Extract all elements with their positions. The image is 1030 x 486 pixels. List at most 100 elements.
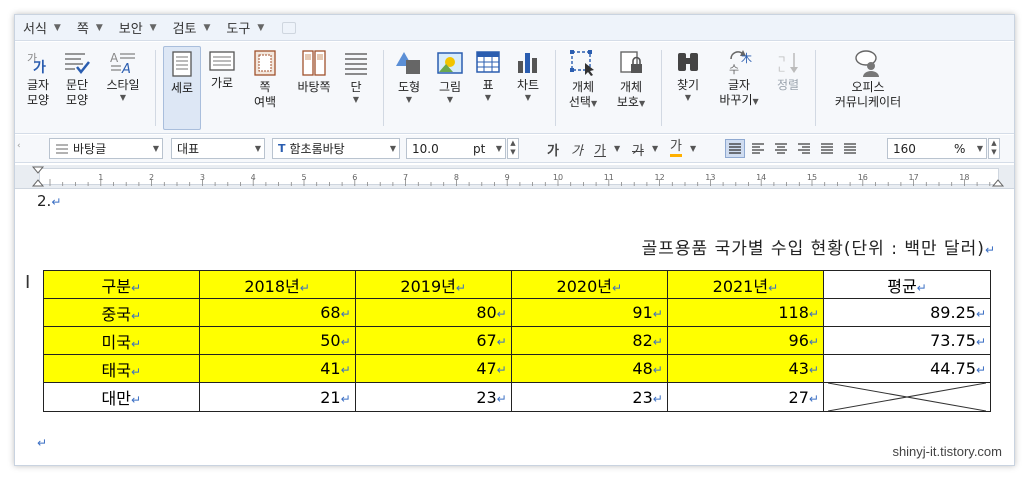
replace-button[interactable]: 수木 글자 바꾸기▼ [715, 46, 763, 130]
menu-bar: 서식 ▼ 쪽 ▼ 보안 ▼ 검토 ▼ 도구 ▼ [15, 15, 1014, 41]
table-cell[interactable]: 96↵ [666, 326, 824, 355]
table-header-cell[interactable]: 2019년↵ [354, 270, 512, 299]
table-cell[interactable]: 47↵ [354, 354, 512, 383]
chart-icon [518, 53, 537, 73]
table-cell[interactable]: 27↵ [666, 382, 824, 412]
average-cell[interactable]: 44.75↵ [822, 354, 992, 383]
center-align-button[interactable] [771, 139, 791, 158]
chevron-down-icon: ▼ [203, 22, 211, 33]
horizontal-ruler[interactable]: 1 2 3 4 5 6 7 8 9 10 11 12 13 14 15 16 17 18 [15, 165, 1014, 189]
menu-tab-tools[interactable]: 도구 ▼ [226, 18, 264, 37]
table-cell[interactable]: 23↵ [510, 382, 668, 412]
picture-button[interactable]: 그림 ▼ [433, 46, 467, 130]
style-button[interactable]: AA 스타일 ▼ [101, 46, 145, 130]
button-label: 오피스 [851, 80, 885, 94]
chevron-down-icon[interactable]: ▼ [690, 144, 696, 153]
button-label: 그림 [438, 80, 462, 94]
zoom-field[interactable]: 160 % ▼ [887, 138, 987, 159]
table-cell[interactable]: 68↵ [198, 298, 356, 327]
table-header-cell[interactable]: 2021년↵ [666, 270, 824, 299]
find-button[interactable]: 찾기 ▼ [671, 46, 705, 130]
zoom-spinner[interactable]: ▲ ▼ [988, 138, 1000, 159]
average-cell[interactable]: 73.75↵ [822, 326, 992, 355]
row-label-cell[interactable]: 대만↵ [43, 382, 200, 412]
svg-text:ㄴ: ㄴ [777, 65, 786, 75]
right-indent-marker-icon[interactable] [991, 166, 1005, 188]
paragraph-style-icon [56, 144, 68, 153]
distribute-align-button[interactable] [817, 139, 837, 158]
chevron-down-icon[interactable]: ▼ [614, 144, 620, 153]
table-cell[interactable]: 50↵ [198, 326, 356, 355]
ruler-number: 17 [908, 173, 919, 182]
table-cell[interactable]: 91↵ [510, 298, 668, 327]
average-cell[interactable]: 89.25↵ [822, 298, 992, 327]
object-protect-button[interactable]: 개체 보호▼ [611, 46, 651, 130]
table-cell[interactable]: 82↵ [510, 326, 668, 355]
table-cell[interactable]: 48↵ [510, 354, 668, 383]
columns-button[interactable]: 단 ▼ [339, 46, 373, 130]
ribbon-toggle-icon[interactable] [282, 21, 297, 34]
button-label: 선택▼ [568, 95, 598, 109]
table-header-cell[interactable]: 2020년↵ [510, 270, 668, 299]
language-select[interactable]: 대표 ▼ [171, 138, 265, 159]
style-select[interactable]: 바탕글 ▼ [49, 138, 163, 159]
menu-tab-review[interactable]: 검토 ▼ [173, 18, 211, 37]
button-label: 바꾸기▼ [719, 93, 759, 107]
landscape-button[interactable]: 가로 [205, 46, 239, 130]
office-communicator-button[interactable]: 오피스 커뮤니케이터 [827, 46, 909, 130]
table-header-cell[interactable]: 구분↵ [43, 270, 200, 299]
para-shape-button[interactable]: 문단 모양 [61, 46, 93, 130]
document-page[interactable]: 2.↵ 골프용품 국가별 수입 현황(단위 : 백만 달러)↵ I 구분↵ 20… [15, 190, 1014, 465]
font-select[interactable]: T 함초롬바탕 ▼ [272, 138, 400, 159]
font-size-value: 10.0 [412, 141, 439, 156]
font-size-field[interactable]: 10.0 pt ▼ [406, 138, 506, 159]
justify-align-button[interactable] [725, 139, 745, 158]
chevron-down-icon[interactable]: ▼ [652, 144, 658, 153]
page-border-button[interactable]: 바탕쪽 [289, 46, 339, 130]
underline-button[interactable]: 가 [594, 140, 606, 159]
row-label-cell[interactable]: 태국↵ [43, 354, 200, 383]
split-align-button[interactable] [840, 139, 860, 158]
table-button[interactable]: 표 ▼ [473, 46, 503, 130]
table-header-cell[interactable]: 2018년↵ [198, 270, 356, 299]
sort-icon: ㄱㄴ [777, 53, 798, 75]
portrait-button[interactable]: 세로 [163, 46, 201, 130]
italic-button[interactable]: 가 [571, 140, 583, 159]
row-label-cell[interactable]: 중국↵ [43, 298, 200, 327]
import-table[interactable]: 구분↵ 2018년↵ 2019년↵ 2020년↵ 2021년↵ 평균↵ 중국↵ … [43, 270, 992, 412]
row-label-cell[interactable]: 미국↵ [43, 326, 200, 355]
table-cell[interactable]: 67↵ [354, 326, 512, 355]
ruler-number: 2 [149, 173, 155, 182]
divider [383, 50, 384, 126]
button-label: 표 [482, 78, 494, 92]
bold-button[interactable]: 가 [547, 140, 559, 159]
table-cell[interactable]: 43↵ [666, 354, 824, 383]
table-cell[interactable]: 41↵ [198, 354, 356, 383]
button-label: 여백 [253, 95, 277, 109]
page-margin-button[interactable]: 쪽 여백 [247, 46, 283, 130]
menu-tab-format[interactable]: 서식 ▼ [23, 18, 61, 37]
indent-marker-icon[interactable] [31, 166, 45, 188]
table-cell[interactable]: 21↵ [198, 382, 356, 412]
format-toolbar: ‹ 바탕글 ▼ 대표 ▼ T 함초롬바탕 ▼ 10.0 pt ▼ ▲ ▼ 가 가 … [15, 135, 1014, 163]
chart-button[interactable]: 차트 ▼ [511, 46, 545, 130]
left-align-button[interactable] [748, 139, 768, 158]
char-shape-button[interactable]: 가가 글자 모양 [23, 46, 53, 130]
table-cell[interactable]: 118↵ [666, 298, 824, 327]
object-select-button[interactable]: 개체 선택▼ [563, 46, 603, 130]
menu-tab-page[interactable]: 쪽 ▼ [77, 18, 103, 37]
chevron-down-icon: ▼ [149, 22, 157, 33]
chevron-down-icon: ▼ [152, 144, 159, 153]
menu-tab-security[interactable]: 보안 ▼ [119, 18, 157, 37]
table-row: 미국↵ 50↵ 67↵ 82↵ 96↵ 73.75↵ [43, 326, 992, 355]
menu-tab-label: 검토 [172, 22, 197, 37]
diagonal-cell[interactable] [822, 382, 992, 412]
table-cell[interactable]: 80↵ [354, 298, 512, 327]
text-color-button[interactable]: 가 [670, 140, 682, 157]
strikethrough-button[interactable]: 가 [632, 140, 644, 159]
font-size-spinner[interactable]: ▲ ▼ [507, 138, 519, 159]
table-header-cell[interactable]: 평균↵ [822, 270, 992, 299]
shapes-button[interactable]: 도형 ▼ [391, 46, 427, 130]
table-cell[interactable]: 23↵ [354, 382, 512, 412]
right-align-button[interactable] [794, 139, 814, 158]
